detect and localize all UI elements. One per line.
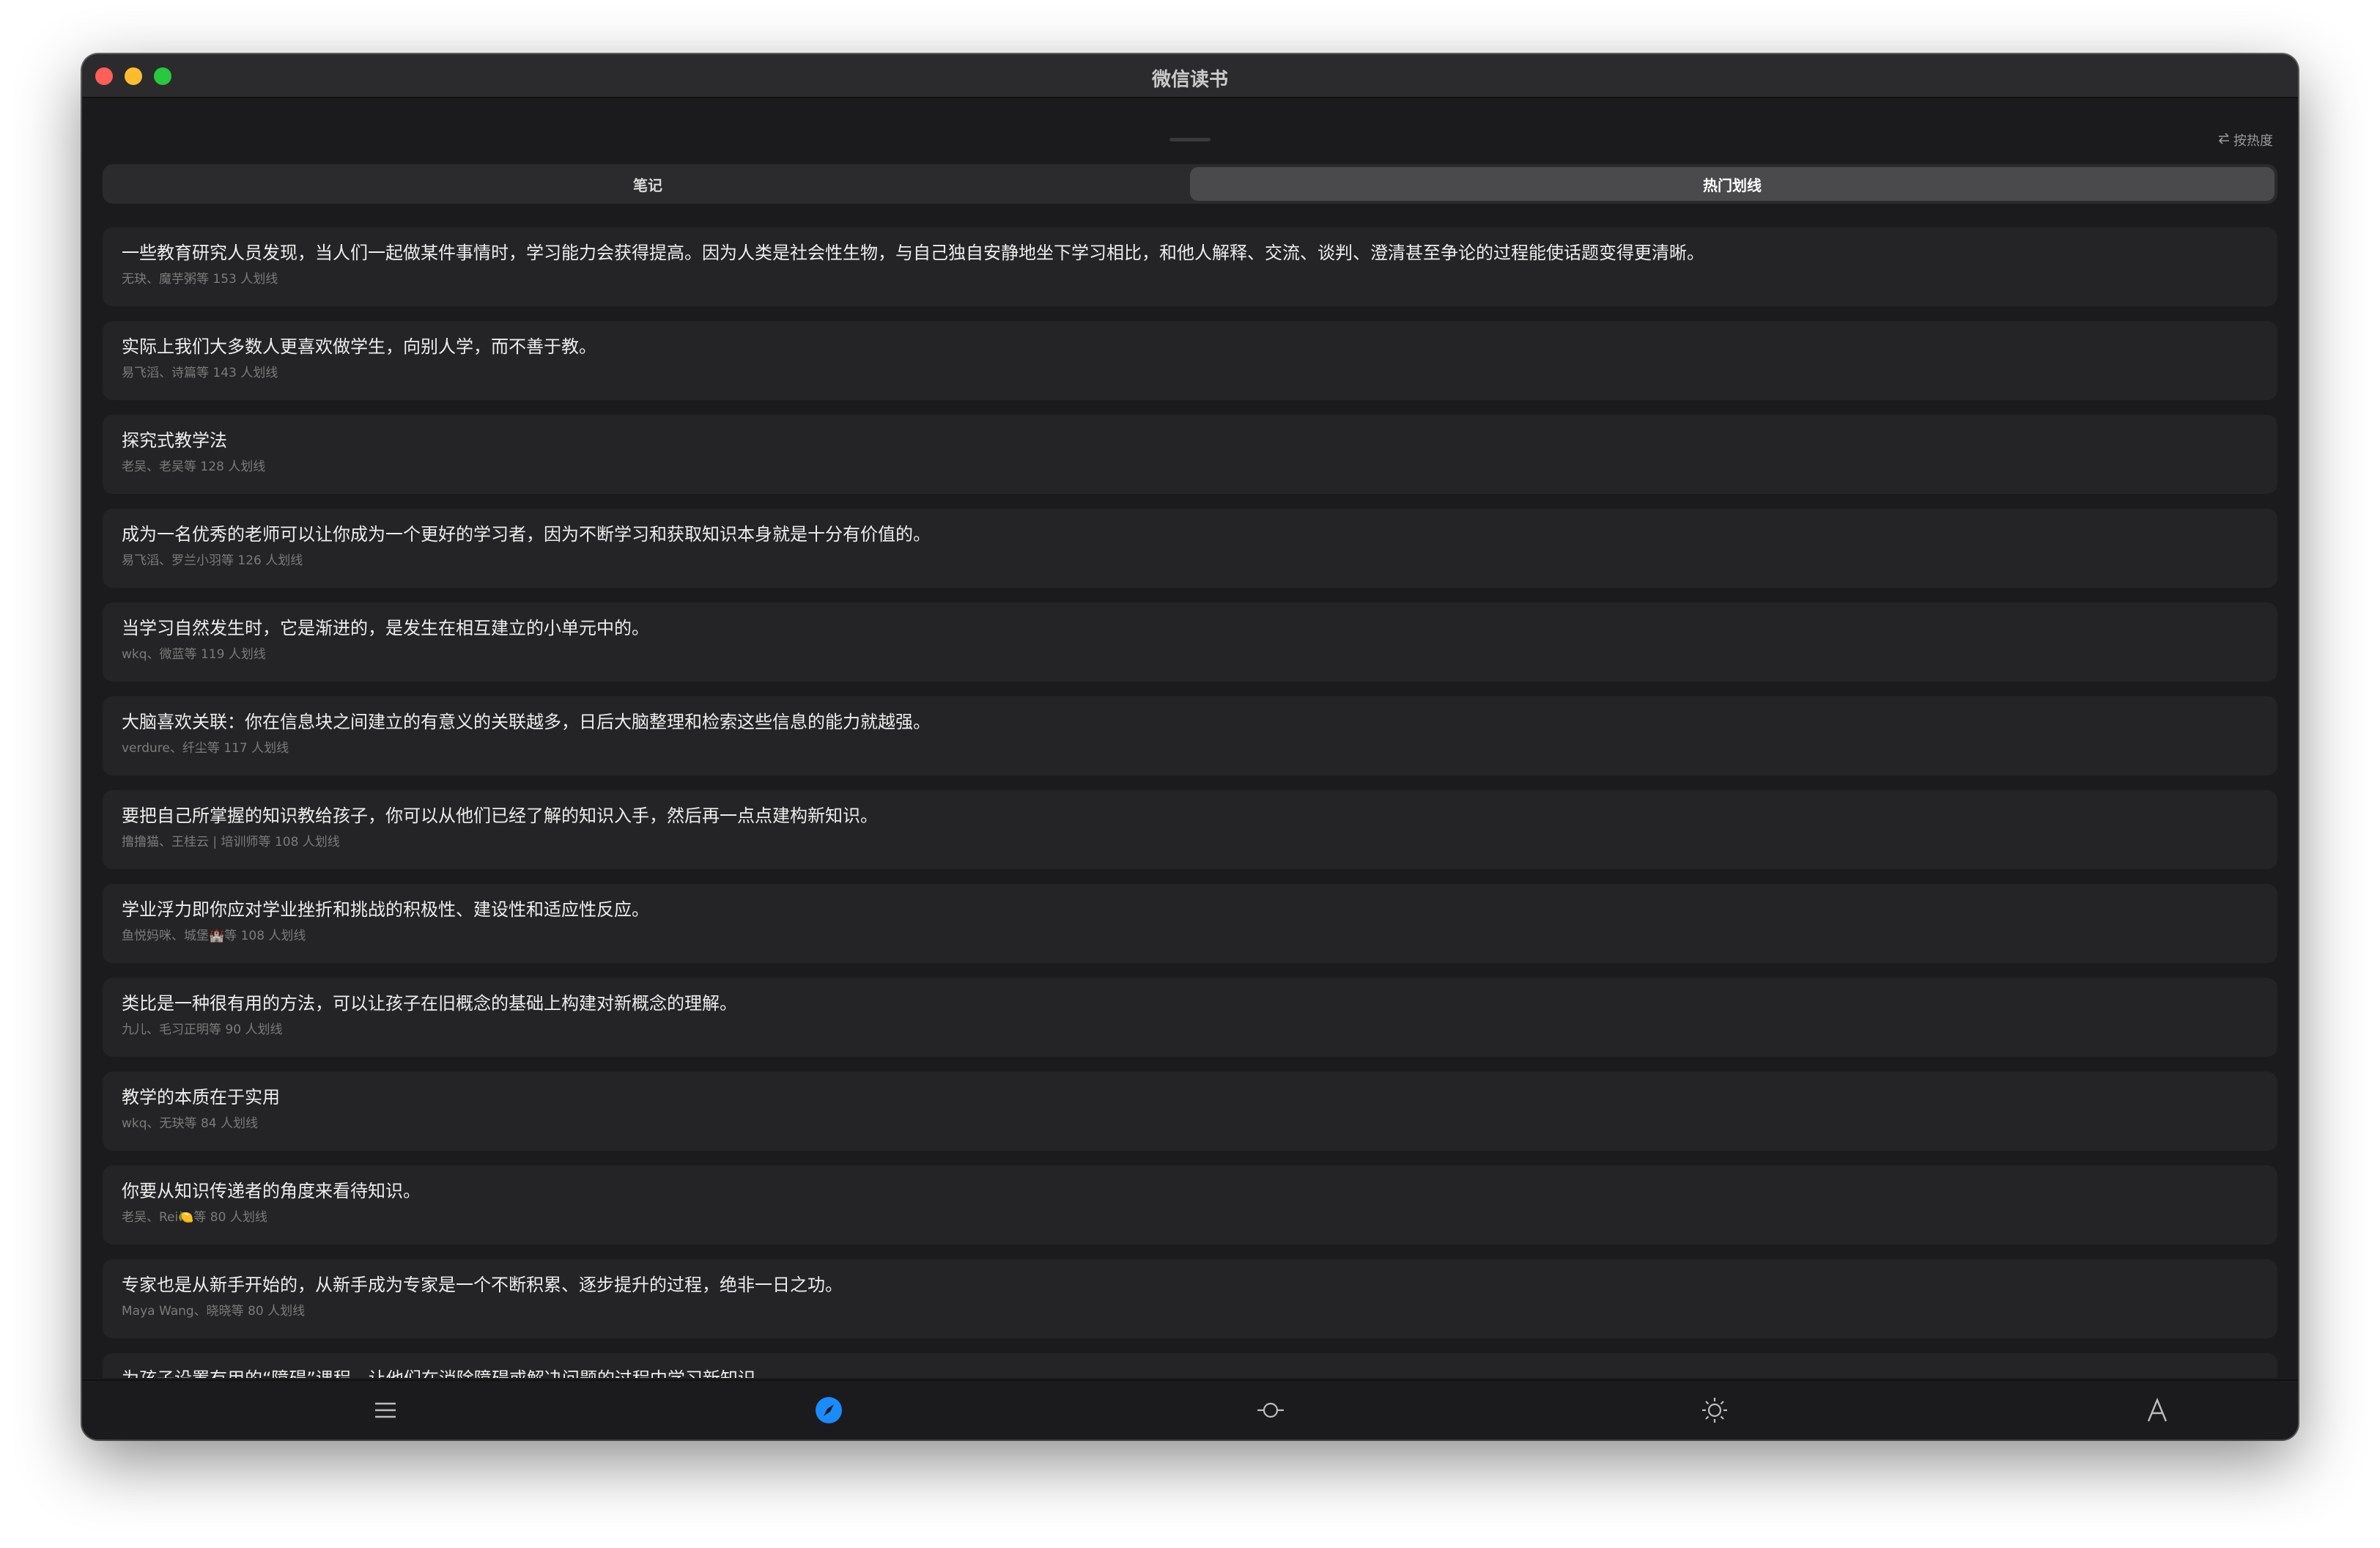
progress-slider-icon[interactable] bbox=[1254, 1394, 1287, 1426]
list-item[interactable]: 你要从知识传递者的角度来看待知识。 老吴、Rei🍋等 80 人划线 bbox=[103, 1165, 2277, 1245]
highlight-meta: 易飞滔、罗兰小羽等 126 人划线 bbox=[122, 553, 303, 568]
highlight-meta: 老吴、老吴等 128 人划线 bbox=[122, 460, 266, 474]
font-icon[interactable] bbox=[2141, 1394, 2173, 1426]
sort-label: 按热度 bbox=[2233, 133, 2273, 149]
highlight-meta: 易飞滔、诗篇等 143 人划线 bbox=[122, 366, 278, 380]
highlight-meta: 老吴、Rei🍋等 80 人划线 bbox=[122, 1210, 267, 1225]
compass-icon[interactable] bbox=[813, 1394, 845, 1426]
view-segmented-control: 笔记 热门划线 bbox=[103, 164, 2277, 204]
highlight-meta: 九儿、毛习正明等 90 人划线 bbox=[122, 1022, 283, 1037]
list-item[interactable]: 要把自己所掌握的知识教给孩子，你可以从他们已经了解的知识入手，然后再一点点建构新… bbox=[103, 790, 2277, 869]
highlight-text: 你要从知识传递者的角度来看待知识。 bbox=[122, 1181, 421, 1201]
highlight-text: 成为一名优秀的老师可以让你成为一个更好的学习者，因为不断学习和获取知识本身就是十… bbox=[122, 524, 931, 545]
highlight-meta: 鱼悦妈咪、城堡🏰等 108 人划线 bbox=[122, 929, 306, 943]
highlight-text: 学业浮力即你应对学业挫折和挑战的积极性、建设性和适应性反应。 bbox=[122, 899, 649, 920]
list-item[interactable]: 专家也是从新手开始的，从新手成为专家是一个不断积累、逐步提升的过程，绝非一日之功… bbox=[103, 1259, 2277, 1338]
window-title: 微信读书 bbox=[1151, 69, 1228, 91]
list-item[interactable]: 一些教育研究人员发现，当人们一起做某件事情时，学习能力会获得提高。因为人类是社会… bbox=[103, 227, 2277, 306]
highlight-text: 当学习自然发生时，它是渐进的，是发生在相互建立的小单元中的。 bbox=[122, 618, 649, 638]
highlight-meta: verdure、纤尘等 117 人划线 bbox=[122, 741, 289, 756]
list-item[interactable]: 当学习自然发生时，它是渐进的，是发生在相互建立的小单元中的。 wkq、微蓝等 1… bbox=[103, 602, 2277, 682]
highlight-text: 一些教育研究人员发现，当人们一起做某件事情时，学习能力会获得提高。因为人类是社会… bbox=[122, 243, 1704, 263]
list-item[interactable]: 类比是一种很有用的方法，可以让孩子在旧概念的基础上构建对新概念的理解。 九儿、毛… bbox=[103, 978, 2277, 1057]
list-item[interactable]: 实际上我们大多数人更喜欢做学生，向别人学，而不善于教。 易飞滔、诗篇等 143 … bbox=[103, 321, 2277, 400]
highlight-list[interactable]: 一些教育研究人员发现，当人们一起做某件事情时，学习能力会获得提高。因为人类是社会… bbox=[103, 227, 2277, 1378]
highlight-meta: wkq、无玦等 84 人划线 bbox=[122, 1116, 258, 1131]
highlight-text: 为孩子设置有用的“障碍”课程，让他们在消除障碍或解决问题的过程中学习新知识。 bbox=[122, 1366, 2258, 1378]
list-item[interactable]: 教学的本质在于实用 wkq、无玦等 84 人划线 bbox=[103, 1072, 2277, 1151]
list-item[interactable]: 大脑喜欢关联：你在信息块之间建立的有意义的关联越多，日后大脑整理和检索这些信息的… bbox=[103, 696, 2277, 775]
list-item[interactable]: 为孩子设置有用的“障碍”课程，让他们在消除障碍或解决问题的过程中学习新知识。 bbox=[103, 1353, 2277, 1378]
highlight-meta: 撸撸猫、王桂云 | 培训师等 108 人划线 bbox=[122, 835, 340, 849]
sort-button[interactable]: 按热度 bbox=[2217, 130, 2273, 150]
highlight-meta: 无玦、魔芋粥等 153 人划线 bbox=[122, 272, 278, 287]
highlight-text: 大脑喜欢关联：你在信息块之间建立的有意义的关联越多，日后大脑整理和检索这些信息的… bbox=[122, 712, 931, 732]
highlight-text: 要把自己所掌握的知识教给孩子，你可以从他们已经了解的知识入手，然后再一点点建构新… bbox=[122, 806, 878, 826]
brightness-icon[interactable] bbox=[1699, 1394, 1731, 1426]
highlight-meta: Maya Wang、晓晓等 80 人划线 bbox=[122, 1304, 306, 1319]
title-bar: 微信读书 bbox=[82, 54, 2298, 98]
app-window: 微信读书 按热度 笔记 热门划线 一些教育研究人员发现，当人们一起做某件事情时，… bbox=[82, 54, 2298, 1440]
highlight-meta: wkq、微蓝等 119 人划线 bbox=[122, 647, 266, 662]
swap-arrows-icon bbox=[2217, 132, 2231, 148]
list-item[interactable]: 学业浮力即你应对学业挫折和挑战的积极性、建设性和适应性反应。 鱼悦妈咪、城堡🏰等… bbox=[103, 884, 2277, 963]
highlight-text: 教学的本质在于实用 bbox=[122, 1087, 280, 1107]
list-item[interactable]: 成为一名优秀的老师可以让你成为一个更好的学习者，因为不断学习和获取知识本身就是十… bbox=[103, 509, 2277, 588]
sheet-grabber[interactable] bbox=[1169, 138, 1211, 141]
highlight-text: 类比是一种很有用的方法，可以让孩子在旧概念的基础上构建对新概念的理解。 bbox=[122, 993, 737, 1014]
list-icon[interactable] bbox=[369, 1394, 402, 1426]
tab-notes[interactable]: 笔记 bbox=[106, 167, 1190, 201]
bottom-toolbar bbox=[82, 1379, 2298, 1440]
highlight-text: 探究式教学法 bbox=[122, 430, 227, 451]
highlight-text: 实际上我们大多数人更喜欢做学生，向别人学，而不善于教。 bbox=[122, 336, 596, 357]
tab-popular-highlights[interactable]: 热门划线 bbox=[1190, 167, 2274, 201]
highlight-text: 专家也是从新手开始的，从新手成为专家是一个不断积累、逐步提升的过程，绝非一日之功… bbox=[122, 1275, 843, 1295]
list-item[interactable]: 探究式教学法 老吴、老吴等 128 人划线 bbox=[103, 415, 2277, 494]
